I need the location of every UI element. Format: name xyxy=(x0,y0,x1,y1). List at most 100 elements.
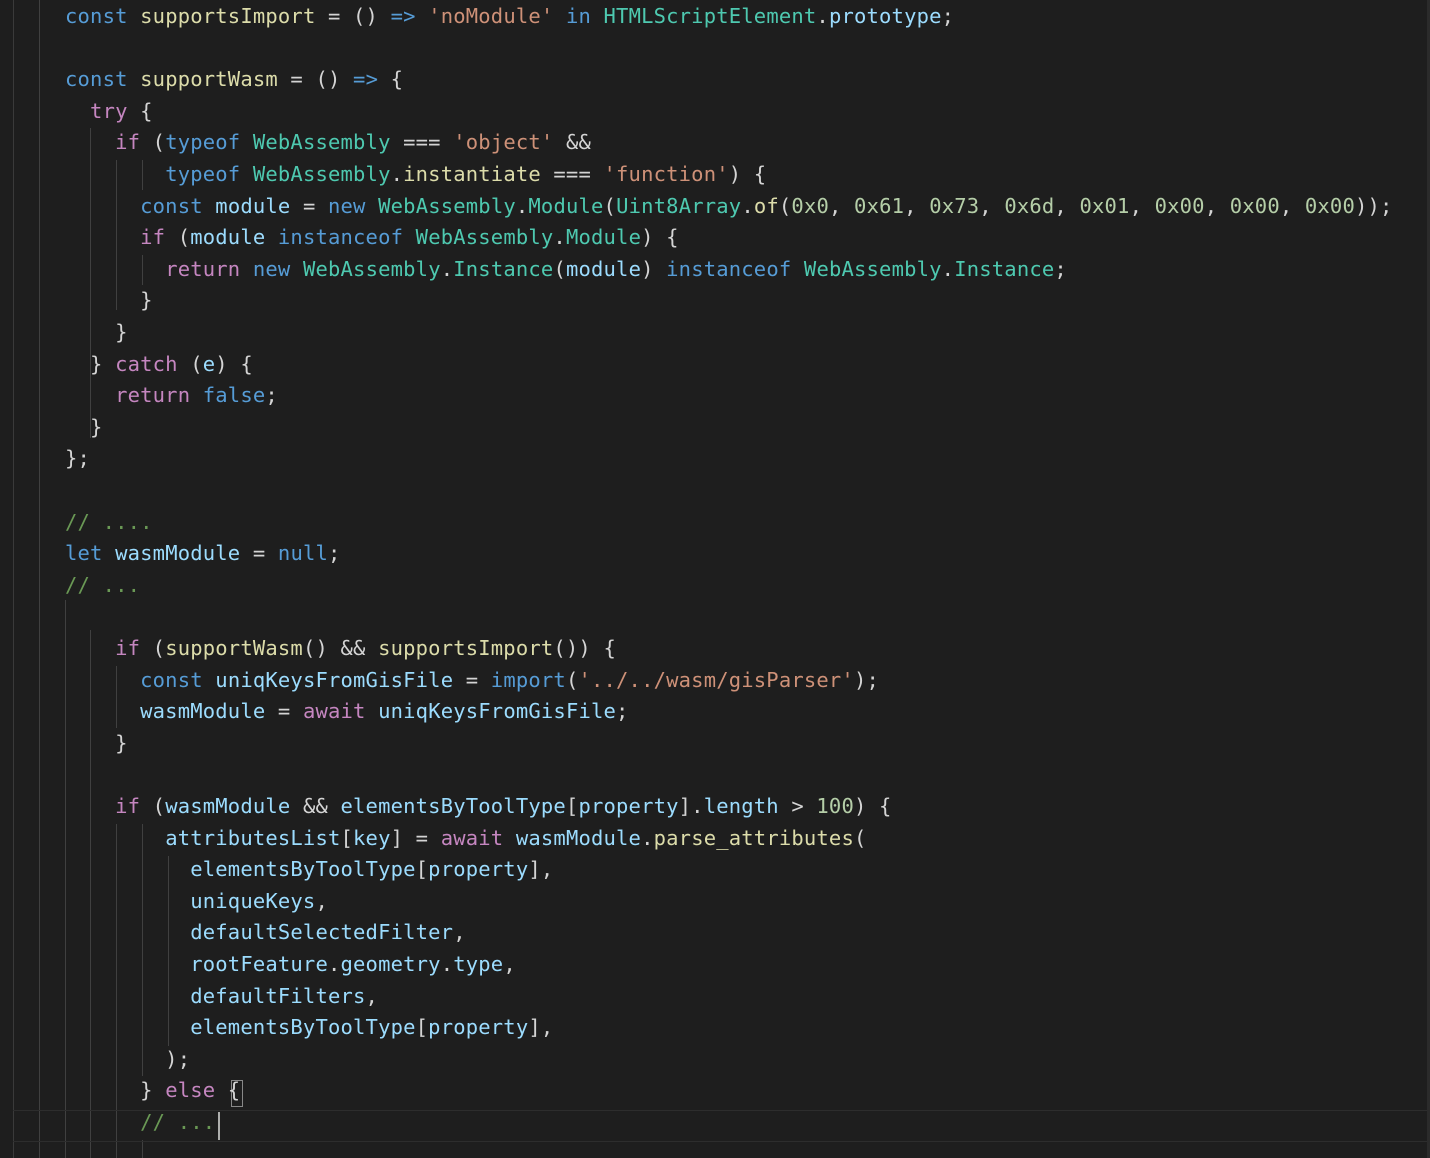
code-token: WebAssembly xyxy=(803,256,942,281)
code-token: return xyxy=(115,383,191,408)
code-line[interactable]: wasmModule = await uniqKeysFromGisFile; xyxy=(65,696,629,728)
code-token: && xyxy=(553,130,591,155)
code-line[interactable]: return new WebAssembly.Instance(module) … xyxy=(65,254,1067,286)
code-token: prototype xyxy=(828,4,942,28)
code-line[interactable]: defaultFilters, xyxy=(65,981,378,1013)
code-line[interactable]: elementsByToolType[property], xyxy=(65,854,553,886)
left-indent-guide xyxy=(13,0,14,1158)
code-line[interactable]: } catch (e) { xyxy=(65,349,253,381)
code-line[interactable]: try { xyxy=(65,96,153,128)
code-token: Module xyxy=(528,193,604,218)
code-token: [ xyxy=(415,857,429,882)
code-line[interactable]: // ... xyxy=(65,1107,215,1139)
code-token: HTMLScriptElement xyxy=(603,4,817,28)
code-token: type xyxy=(453,952,504,976)
code-line[interactable]: } xyxy=(65,412,103,444)
code-token: const xyxy=(65,67,128,92)
code-line[interactable]: const uniqKeysFromGisFile = import('../.… xyxy=(65,665,879,697)
code-line[interactable]: const module = new WebAssembly.Module(Ui… xyxy=(65,191,1393,223)
code-token: wasmModule xyxy=(140,699,266,724)
code-line[interactable]: typeof WebAssembly.instantiate === 'func… xyxy=(65,159,766,191)
code-line[interactable]: return false; xyxy=(65,380,278,412)
code-token: // ... xyxy=(65,572,141,597)
code-token: ; xyxy=(265,383,278,408)
code-token: catch xyxy=(115,351,178,376)
code-token: 0x61 xyxy=(854,193,905,218)
code-line[interactable]: const supportWasm = () => { xyxy=(65,64,403,96)
code-line[interactable]: // ... xyxy=(65,570,140,602)
code-token: { xyxy=(215,1078,241,1103)
code-token: Module xyxy=(565,225,642,250)
code-line[interactable]: ); xyxy=(65,1044,190,1076)
code-token: const xyxy=(140,667,203,692)
code-line[interactable]: } else { xyxy=(65,1075,240,1107)
code-token: , xyxy=(1129,193,1155,218)
code-token: module xyxy=(215,193,291,218)
code-line[interactable]: let wasmModule = null; xyxy=(65,538,341,570)
code-token: , xyxy=(979,193,1005,218)
indent-guide xyxy=(39,0,40,1158)
code-token: typeof xyxy=(165,162,241,186)
code-token: geometry xyxy=(340,952,441,976)
code-token: elementsByToolType xyxy=(340,794,566,818)
code-token: ; xyxy=(1054,256,1067,281)
code-line[interactable]: if (typeof WebAssembly === 'object' && xyxy=(65,127,591,159)
code-line[interactable]: rootFeature.geometry.type, xyxy=(65,949,516,981)
code-token: () && xyxy=(302,636,379,660)
code-token: 0x0 xyxy=(791,193,829,218)
code-token: WebAssembly xyxy=(252,130,391,155)
code-token: 0x73 xyxy=(929,193,980,218)
code-line[interactable]: if (supportWasm() && supportsImport()) { xyxy=(65,633,616,665)
code-token: property xyxy=(578,794,679,818)
code-line[interactable]: const supportsImport = () => 'noModule' … xyxy=(65,1,954,33)
code-line[interactable]: defaultSelectedFilter, xyxy=(65,917,466,949)
code-token: . xyxy=(515,193,529,218)
code-token: length xyxy=(703,794,779,818)
code-line[interactable]: if (wasmModule && elementsByToolType[pro… xyxy=(65,791,892,823)
code-token: ( xyxy=(165,225,191,250)
code-token: } xyxy=(65,730,128,755)
code-line[interactable]: // .... xyxy=(65,507,153,539)
code-token: wasmModule xyxy=(165,794,291,818)
code-token: === xyxy=(540,162,604,186)
code-line[interactable]: attributesList[key] = await wasmModule.p… xyxy=(65,823,867,855)
code-token: attributesList xyxy=(165,825,341,850)
code-token: === xyxy=(390,130,454,155)
code-token: else xyxy=(165,1078,216,1103)
code-token: await xyxy=(440,825,504,850)
code-line[interactable]: uniqueKeys, xyxy=(65,886,328,918)
code-token: import xyxy=(490,667,566,692)
code-token: typeof xyxy=(165,130,241,155)
code-token: => xyxy=(390,4,416,28)
code-token: 'function' xyxy=(603,162,729,186)
code-token: = xyxy=(290,193,329,218)
code-line[interactable]: }; xyxy=(65,443,90,475)
code-token: = xyxy=(265,699,303,724)
code-token: . xyxy=(440,256,454,281)
code-editor[interactable]: const supportsImport = () => 'noModule' … xyxy=(0,0,1430,1158)
code-token: , xyxy=(1204,193,1230,218)
code-token: { xyxy=(378,67,404,92)
code-token: 0x00 xyxy=(1229,193,1280,218)
code-token: } xyxy=(65,320,128,344)
code-line[interactable]: if (module instanceof WebAssembly.Module… xyxy=(65,222,679,254)
code-token: instantiate xyxy=(403,162,541,186)
code-token: return xyxy=(165,256,241,281)
code-line[interactable]: } xyxy=(65,285,153,317)
code-token: . xyxy=(327,952,341,976)
code-line[interactable]: } xyxy=(65,728,128,760)
code-line[interactable]: } xyxy=(65,317,128,349)
code-token: // .... xyxy=(65,509,153,534)
code-line[interactable]: elementsByToolType[property], xyxy=(65,1012,553,1044)
code-token: . xyxy=(641,825,654,850)
code-token: supportWasm xyxy=(165,636,303,660)
code-token: module xyxy=(190,225,266,250)
code-token: e xyxy=(202,351,216,376)
